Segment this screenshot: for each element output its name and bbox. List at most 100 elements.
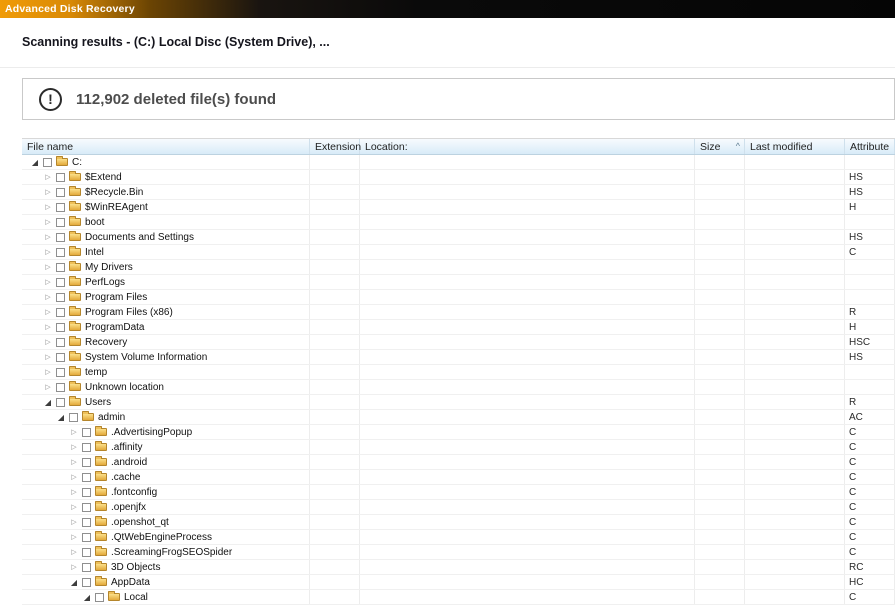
expand-arrow-icon[interactable]: ▷ [69, 560, 79, 574]
checkbox[interactable] [82, 502, 91, 512]
table-row[interactable]: ▷ $WinREAgent H [22, 200, 895, 215]
checkbox[interactable] [56, 352, 65, 362]
table-row[interactable]: ▷ .ScreamingFrogSEOSpider C [22, 545, 895, 560]
table-row[interactable]: ◢ Users R [22, 395, 895, 410]
table-row[interactable]: ▷ 3D Objects RC [22, 560, 895, 575]
column-header-last-modified[interactable]: Last modified [745, 139, 845, 154]
expand-arrow-icon[interactable]: ▷ [43, 335, 53, 349]
checkbox[interactable] [43, 157, 52, 167]
expand-arrow-icon[interactable]: ▷ [69, 530, 79, 544]
column-header-extension[interactable]: Extension [310, 139, 361, 154]
checkbox[interactable] [82, 547, 91, 557]
expand-arrow-icon[interactable]: ▷ [69, 500, 79, 514]
checkbox[interactable] [69, 412, 78, 422]
checkbox[interactable] [82, 427, 91, 437]
table-row[interactable]: ▷ Recovery HSC [22, 335, 895, 350]
checkbox[interactable] [56, 217, 65, 227]
table-row[interactable]: ◢ admin AC [22, 410, 895, 425]
expand-arrow-icon[interactable]: ▷ [43, 305, 53, 319]
checkbox[interactable] [56, 307, 65, 317]
checkbox[interactable] [56, 367, 65, 377]
table-row[interactable]: ▷ .openjfx C [22, 500, 895, 515]
table-row[interactable]: ▷ Intel C [22, 245, 895, 260]
table-row[interactable]: ▷ Unknown location [22, 380, 895, 395]
collapse-arrow-icon[interactable]: ◢ [56, 410, 66, 424]
table-row[interactable]: ▷ temp [22, 365, 895, 380]
table-row[interactable]: ▷ $Extend HS [22, 170, 895, 185]
checkbox[interactable] [56, 187, 65, 197]
checkbox[interactable] [56, 397, 65, 407]
checkbox[interactable] [82, 487, 91, 497]
expand-arrow-icon[interactable]: ▷ [43, 185, 53, 199]
expand-arrow-icon[interactable]: ▷ [69, 485, 79, 499]
collapse-arrow-icon[interactable]: ◢ [43, 395, 53, 409]
checkbox[interactable] [56, 202, 65, 212]
column-header-file-name[interactable]: File name [22, 139, 310, 154]
expand-arrow-icon[interactable]: ▷ [43, 350, 53, 364]
checkbox[interactable] [56, 292, 65, 302]
table-row[interactable]: ▷ .affinity C [22, 440, 895, 455]
expand-arrow-icon[interactable]: ▷ [43, 290, 53, 304]
checkbox[interactable] [82, 517, 91, 527]
column-header-attribute[interactable]: Attribute [845, 139, 895, 154]
checkbox[interactable] [56, 247, 65, 257]
checkbox[interactable] [82, 577, 91, 587]
expand-arrow-icon[interactable]: ▷ [43, 215, 53, 229]
checkbox[interactable] [56, 262, 65, 272]
table-row[interactable]: ▷ .cache C [22, 470, 895, 485]
expand-arrow-icon[interactable]: ▷ [69, 515, 79, 529]
collapse-arrow-icon[interactable]: ◢ [82, 590, 92, 604]
checkbox[interactable] [82, 472, 91, 482]
expand-arrow-icon[interactable]: ▷ [43, 260, 53, 274]
checkbox[interactable] [56, 337, 65, 347]
expand-arrow-icon[interactable]: ▷ [43, 365, 53, 379]
table-row[interactable]: ◢ AppData HC [22, 575, 895, 590]
table-row[interactable]: ▷ Program Files (x86) R [22, 305, 895, 320]
checkbox[interactable] [82, 457, 91, 467]
table-row[interactable]: ▷ .AdvertisingPopup C [22, 425, 895, 440]
checkbox[interactable] [56, 232, 65, 242]
collapse-arrow-icon[interactable]: ◢ [30, 155, 40, 169]
checkbox[interactable] [56, 172, 65, 182]
expand-arrow-icon[interactable]: ▷ [69, 545, 79, 559]
collapse-arrow-icon[interactable]: ◢ [69, 575, 79, 589]
table-row[interactable]: ▷ .openshot_qt C [22, 515, 895, 530]
table-row[interactable]: ▷ System Volume Information HS [22, 350, 895, 365]
table-row[interactable]: ▷ boot [22, 215, 895, 230]
expand-arrow-icon[interactable]: ▷ [69, 470, 79, 484]
table-row[interactable]: ▷ .QtWebEngineProcess C [22, 530, 895, 545]
checkbox[interactable] [82, 562, 91, 572]
expand-arrow-icon[interactable]: ▷ [43, 275, 53, 289]
expand-arrow-icon[interactable]: ▷ [43, 320, 53, 334]
checkbox[interactable] [56, 322, 65, 332]
table-row[interactable]: ▷ Documents and Settings HS [22, 230, 895, 245]
expand-arrow-icon[interactable]: ▷ [43, 200, 53, 214]
table-row[interactable]: ◢ Local C [22, 590, 895, 605]
attribute-cell: HSC [845, 335, 895, 349]
table-row[interactable]: ▷ Program Files [22, 290, 895, 305]
expand-arrow-icon[interactable]: ▷ [69, 455, 79, 469]
expand-arrow-icon[interactable]: ▷ [43, 380, 53, 394]
table-row[interactable]: ▷ My Drivers [22, 260, 895, 275]
checkbox[interactable] [56, 277, 65, 287]
expand-arrow-icon[interactable]: ▷ [69, 425, 79, 439]
table-row[interactable]: ▷ ProgramData H [22, 320, 895, 335]
column-header-size[interactable]: Size ^ [695, 139, 745, 154]
checkbox[interactable] [56, 382, 65, 392]
expand-arrow-icon[interactable]: ▷ [69, 440, 79, 454]
expand-arrow-icon[interactable]: ▷ [43, 230, 53, 244]
table-row[interactable]: ◢ C: [22, 155, 895, 170]
window-titlebar[interactable]: Advanced Disk Recovery [0, 0, 895, 18]
table-row[interactable]: ▷ PerfLogs [22, 275, 895, 290]
table-row[interactable]: ▷ .fontconfig C [22, 485, 895, 500]
checkbox[interactable] [82, 442, 91, 452]
column-header-location[interactable]: Location: [360, 139, 695, 154]
expand-arrow-icon[interactable]: ▷ [43, 245, 53, 259]
checkbox[interactable] [82, 532, 91, 542]
table-row[interactable]: ▷ $Recycle.Bin HS [22, 185, 895, 200]
table-row[interactable]: ▷ .android C [22, 455, 895, 470]
last-modified-cell [745, 425, 845, 439]
expand-arrow-icon[interactable]: ▷ [43, 170, 53, 184]
checkbox[interactable] [95, 592, 104, 602]
